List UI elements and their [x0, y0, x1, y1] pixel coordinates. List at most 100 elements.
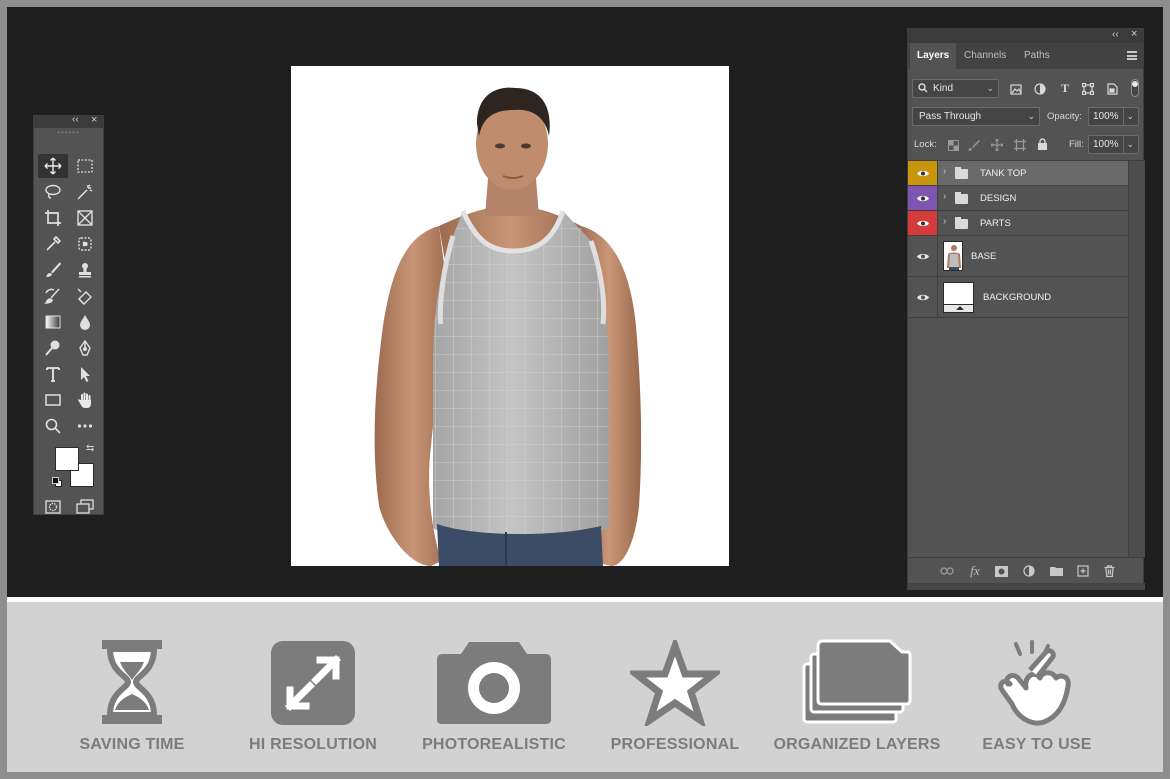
screen-mode-icon[interactable]	[70, 495, 100, 519]
gradient-icon[interactable]	[38, 310, 68, 334]
shape-filter-icon[interactable]	[1081, 82, 1095, 96]
feature-hi-resolution: HI RESOLUTION	[228, 602, 398, 772]
lasso-icon[interactable]	[38, 180, 68, 204]
magic-wand-icon[interactable]	[70, 180, 100, 204]
collapse-icon[interactable]: ‹‹	[72, 114, 79, 125]
feature-label: PHOTOREALISTIC	[422, 736, 566, 753]
chevron-down-icon[interactable]: ⌄	[1123, 108, 1134, 125]
feature-organized-layers: ORGANIZED LAYERS	[772, 602, 942, 772]
link-icon[interactable]	[939, 563, 955, 579]
folder-icon	[955, 167, 968, 179]
rectangle-icon[interactable]	[38, 388, 68, 412]
workspace: ‹‹ × •••••• ⇆ ‹‹ × Layers Channels Paths…	[7, 7, 1163, 597]
layer-thumbnail	[943, 241, 963, 271]
mask-icon[interactable]	[993, 563, 1009, 579]
layers-folder-icon	[802, 639, 912, 724]
pen-icon[interactable]	[70, 336, 100, 360]
frame-icon[interactable]	[70, 206, 100, 230]
opacity-field[interactable]: 100% ⌄	[1088, 107, 1139, 126]
visibility-eye-icon[interactable]	[908, 186, 938, 210]
feature-saving-time: SAVING TIME	[47, 602, 217, 772]
history-brush-icon[interactable]	[38, 284, 68, 308]
lock-all-icon[interactable]	[1035, 137, 1049, 151]
quick-mask-icon[interactable]	[38, 495, 68, 519]
lock-position-icon[interactable]	[990, 138, 1004, 152]
feature-label: ORGANIZED LAYERS	[773, 736, 941, 753]
layer-design[interactable]: › DESIGN	[908, 186, 1128, 211]
lock-row: Lock: Fill: 100% ⌄	[908, 135, 1145, 157]
chevron-right-icon[interactable]: ›	[943, 191, 946, 202]
layer-name: PARTS	[980, 218, 1011, 229]
chevron-right-icon[interactable]: ›	[943, 216, 946, 227]
layer-background[interactable]: BACKGROUND	[908, 277, 1128, 318]
kind-filter-value: Kind	[933, 83, 954, 94]
move-icon[interactable]	[38, 154, 68, 178]
tab-layers[interactable]: Layers	[910, 43, 957, 69]
marquee-icon[interactable]	[70, 154, 100, 178]
layer-name: TANK TOP	[980, 168, 1027, 179]
dodge-icon[interactable]	[38, 336, 68, 360]
type-filter-icon[interactable]: T	[1058, 81, 1072, 95]
path-select-icon[interactable]	[70, 362, 100, 386]
pixel-filter-icon[interactable]	[1009, 82, 1023, 96]
visibility-eye-icon[interactable]	[908, 277, 938, 317]
chevron-right-icon[interactable]: ›	[943, 166, 946, 177]
panel-menu-icon[interactable]	[1127, 51, 1137, 60]
panel-grip[interactable]: ••••••	[34, 128, 103, 138]
fx-icon[interactable]: fx	[967, 563, 983, 579]
close-icon[interactable]: ×	[1131, 28, 1137, 40]
kind-filter-select[interactable]: Kind ⌄	[912, 79, 999, 98]
panel-resize-strip[interactable]	[908, 583, 1145, 590]
eraser-icon[interactable]	[70, 284, 100, 308]
eyedropper-icon[interactable]	[38, 232, 68, 256]
swap-colors-icon[interactable]: ⇆	[86, 443, 94, 454]
layer-parts[interactable]: › PARTS	[908, 211, 1128, 236]
panel-tabs: Layers Channels Paths	[908, 43, 1143, 69]
collapse-icon[interactable]: ‹‹	[1112, 29, 1119, 40]
smart-object-filter-icon[interactable]	[1105, 82, 1119, 96]
default-colors-icon[interactable]	[52, 477, 62, 487]
zoom-icon[interactable]	[38, 414, 68, 438]
layer-base[interactable]: BASE	[908, 236, 1128, 277]
foreground-color-swatch[interactable]	[55, 447, 79, 471]
trash-icon[interactable]	[1101, 563, 1117, 579]
fill-field[interactable]: 100% ⌄	[1088, 135, 1139, 154]
tab-channels[interactable]: Channels	[957, 43, 1013, 69]
blur-icon[interactable]	[70, 310, 100, 334]
feature-professional: PROFESSIONAL	[590, 602, 760, 772]
filter-toggle[interactable]	[1131, 79, 1139, 97]
document-canvas[interactable]	[291, 66, 729, 566]
stamp-icon[interactable]	[70, 258, 100, 282]
adjustment-layer-icon[interactable]	[1021, 563, 1037, 579]
visibility-eye-icon[interactable]	[908, 211, 938, 235]
hand-icon[interactable]	[70, 388, 100, 412]
type-icon[interactable]	[38, 362, 68, 386]
visibility-eye-icon[interactable]	[908, 236, 938, 276]
adjustment-filter-icon[interactable]	[1033, 82, 1047, 96]
chevron-down-icon[interactable]: ⌄	[1123, 136, 1134, 153]
layer-name: BASE	[971, 251, 997, 262]
layer-thumbnail	[943, 282, 974, 313]
lock-transparent-icon[interactable]	[946, 138, 960, 152]
spot-healing-icon[interactable]	[70, 232, 100, 256]
new-layer-icon[interactable]	[1075, 563, 1091, 579]
tab-paths[interactable]: Paths	[1017, 43, 1057, 69]
blend-mode-select[interactable]: Pass Through ⌄	[912, 107, 1040, 126]
layers-panel-header: ‹‹ ×	[908, 28, 1143, 43]
hourglass-icon	[102, 640, 162, 724]
layers-scrollbar[interactable]	[1128, 161, 1145, 557]
crop-icon[interactable]	[38, 206, 68, 230]
visibility-eye-icon[interactable]	[908, 161, 938, 185]
lock-artboard-icon[interactable]	[1013, 138, 1027, 152]
more-tools-icon[interactable]	[70, 414, 100, 438]
opacity-value: 100%	[1093, 111, 1119, 122]
new-group-icon[interactable]	[1048, 563, 1064, 579]
close-icon[interactable]: ×	[91, 114, 97, 126]
layers-panel: ‹‹ × Layers Channels Paths Kind ⌄ T Pass…	[907, 28, 1145, 590]
brush-icon[interactable]	[38, 258, 68, 282]
lock-pixels-icon[interactable]	[967, 138, 981, 152]
layers-footer: fx	[908, 557, 1145, 583]
opacity-label: Opacity:	[1047, 111, 1082, 122]
feature-label: SAVING TIME	[79, 736, 185, 753]
layer-tank-top[interactable]: › TANK TOP	[908, 161, 1128, 186]
